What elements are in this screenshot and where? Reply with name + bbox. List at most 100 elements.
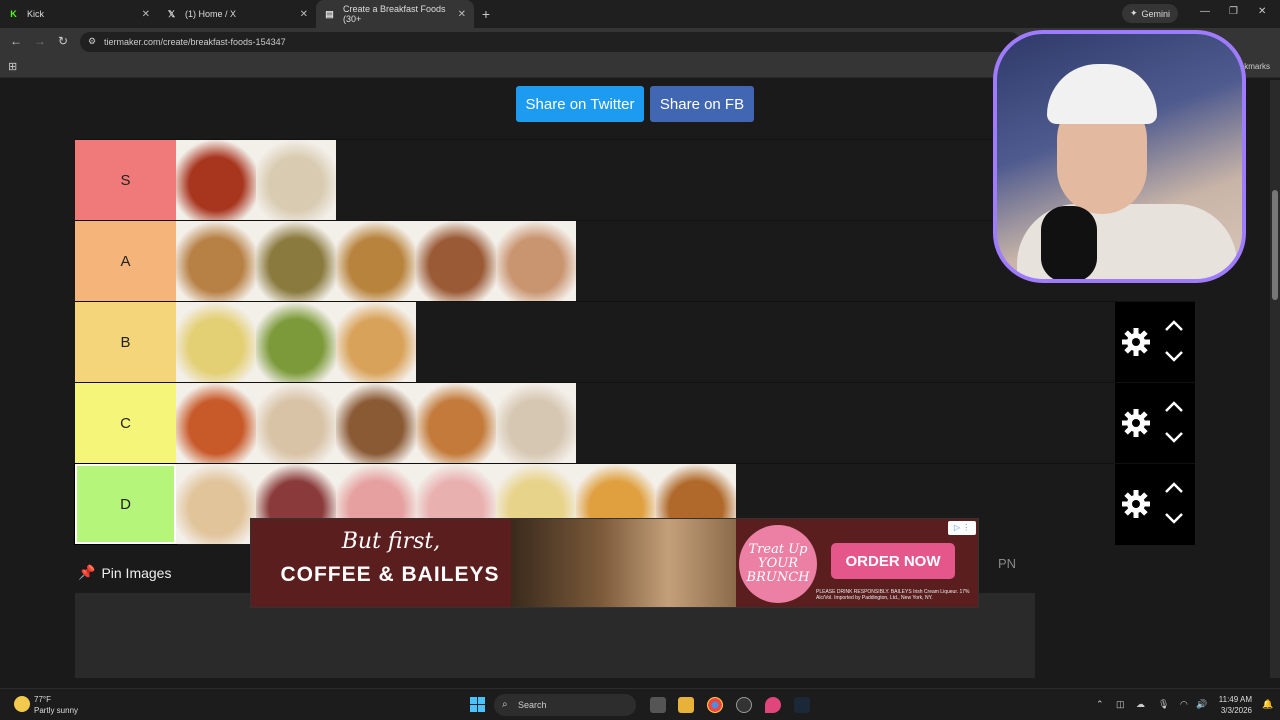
mic-icon[interactable]: 🎙 xyxy=(1158,699,1169,710)
tier-label[interactable]: B xyxy=(75,302,176,382)
tier-label[interactable]: C xyxy=(75,383,176,463)
settings-gear-icon[interactable] xyxy=(1121,489,1151,519)
reload-icon[interactable]: ↻ xyxy=(58,34,68,48)
food-item-sausage-patty[interactable] xyxy=(416,221,496,301)
taskbar-search[interactable]: ⌕ Search xyxy=(494,694,636,716)
food-item-cereal[interactable] xyxy=(176,383,256,463)
share-fb-button[interactable]: Share on FB xyxy=(650,86,754,122)
chrome-icon[interactable] xyxy=(707,697,723,713)
close-icon[interactable]: ✕ xyxy=(142,9,150,20)
search-placeholder: Search xyxy=(518,700,547,710)
food-item-buttered-toast[interactable] xyxy=(336,302,416,382)
x-icon: 𝕏 xyxy=(167,8,176,19)
food-item-omelette[interactable] xyxy=(176,302,256,382)
ad-subheadline: COFFEE & BAILEYS xyxy=(280,563,500,586)
tier-items xyxy=(176,221,576,301)
back-icon[interactable]: ← xyxy=(10,34,22,48)
steam-icon[interactable] xyxy=(794,697,810,713)
microphone xyxy=(1041,206,1097,279)
tier-row-b: B xyxy=(75,301,1195,383)
tab-title: (1) Home / X xyxy=(185,9,237,19)
close-window-icon[interactable]: ✕ xyxy=(1258,6,1266,17)
food-item-english-muffin[interactable] xyxy=(176,464,256,544)
move-up-icon[interactable] xyxy=(1163,319,1185,333)
ad-product-image xyxy=(511,519,736,607)
page-scrollbar[interactable] xyxy=(1270,80,1280,678)
move-down-icon[interactable] xyxy=(1163,511,1185,525)
food-item-muffin[interactable] xyxy=(336,383,416,463)
apps-icon[interactable]: ⊞ xyxy=(8,60,17,73)
move-up-icon[interactable] xyxy=(1163,400,1185,414)
streamer-cap xyxy=(1047,64,1157,124)
food-item-biscuits-gravy[interactable] xyxy=(256,140,336,220)
food-item-cinnamon-rolls[interactable] xyxy=(176,221,256,301)
gemini-button[interactable]: ✦ Gemini xyxy=(1122,4,1178,23)
tier-items xyxy=(176,302,416,382)
food-item-bacon[interactable] xyxy=(176,140,256,220)
move-down-icon[interactable] xyxy=(1163,349,1185,363)
wifi-icon[interactable]: ◠ xyxy=(1180,699,1188,710)
windows-start-icon[interactable] xyxy=(470,697,485,712)
address-bar[interactable]: ⚙ tiermaker.com/create/breakfast-foods-1… xyxy=(80,32,1020,52)
tier-controls xyxy=(1115,464,1195,545)
tier-items xyxy=(176,140,336,220)
pin-images-label: Pin Images xyxy=(101,564,172,581)
notification-icon[interactable]: 🔔 xyxy=(1262,699,1273,710)
close-icon[interactable]: ✕ xyxy=(300,9,308,20)
tier-items xyxy=(176,383,576,463)
food-item-oatmeal[interactable] xyxy=(496,383,576,463)
webcam-overlay xyxy=(993,30,1246,283)
volume-icon[interactable]: 🔊 xyxy=(1196,699,1207,710)
share-twitter-button[interactable]: Share on Twitter xyxy=(516,86,644,122)
tab-title: Create a Breakfast Foods (30+ xyxy=(342,4,446,24)
ad-info-icon[interactable]: ▷ ⋮ xyxy=(948,521,976,535)
food-item-bagel[interactable] xyxy=(256,383,336,463)
food-item-hash-browns-shredded[interactable] xyxy=(336,221,416,301)
task-view-icon[interactable] xyxy=(650,697,666,713)
tier-label[interactable]: S xyxy=(75,140,176,220)
kick-icon: K xyxy=(10,9,17,19)
cloud-icon[interactable]: ☁ xyxy=(1136,699,1145,710)
food-item-avocado-toast[interactable] xyxy=(256,302,336,382)
restore-icon[interactable]: ❐ xyxy=(1229,6,1238,17)
pin-icon: 📌 xyxy=(78,564,96,580)
url-text: tiermaker.com/create/breakfast-foods-154… xyxy=(104,37,286,47)
tiermaker-icon: ▤ xyxy=(325,8,334,19)
settings-gear-icon[interactable] xyxy=(1121,327,1151,357)
new-tab-button[interactable]: + xyxy=(474,6,498,22)
clock[interactable]: 11:49 AM 3/3/2026 xyxy=(1212,694,1252,716)
scroll-thumb[interactable] xyxy=(1272,190,1278,300)
settings-gear-icon[interactable] xyxy=(1121,408,1151,438)
tab-x[interactable]: 𝕏 (1) Home / X ✕ xyxy=(158,0,316,28)
file-explorer-icon[interactable] xyxy=(678,697,694,713)
tier-label[interactable]: D xyxy=(74,463,177,545)
food-item-sausage-links[interactable] xyxy=(496,221,576,301)
forward-icon[interactable]: → xyxy=(34,34,46,48)
ad-headline: But first, xyxy=(341,529,441,554)
pn-text: PN xyxy=(998,556,1017,571)
search-icon: ⌕ xyxy=(502,699,508,710)
tray-app-icon[interactable]: ◫ xyxy=(1116,699,1125,710)
tab-tiermaker[interactable]: ▤ Create a Breakfast Foods (30+ ✕ xyxy=(316,0,474,28)
gemini-label: Gemini xyxy=(1141,8,1171,19)
food-item-hash-brown-patty[interactable] xyxy=(416,383,496,463)
weather-desc: Partly sunny xyxy=(34,706,79,715)
tray-chevron-icon[interactable]: ⌃ xyxy=(1096,699,1104,710)
time: 11:49 AM xyxy=(1218,695,1252,704)
food-item-home-fries[interactable] xyxy=(256,221,336,301)
minimize-icon[interactable]: — xyxy=(1200,6,1210,17)
taskbar: 77°F Partly sunny ⌕ Search ⌃ ◫ ☁ 🎙 ◠ 🔊 1… xyxy=(0,688,1280,720)
tier-controls xyxy=(1115,302,1195,383)
tier-label[interactable]: A xyxy=(75,221,176,301)
move-down-icon[interactable] xyxy=(1163,430,1185,444)
date: 3/3/2026 xyxy=(1220,706,1252,715)
site-info-icon[interactable]: ⚙ xyxy=(88,36,96,47)
obs-icon[interactable] xyxy=(736,697,752,713)
tab-kick[interactable]: K Kick ✕ xyxy=(0,0,158,28)
pin-images-header[interactable]: 📌 Pin Images xyxy=(78,564,171,581)
advertisement[interactable]: But first, COFFEE & BAILEYS Treat Up YOU… xyxy=(250,518,979,608)
maps-pin-icon[interactable] xyxy=(765,697,781,713)
ad-order-button[interactable]: ORDER NOW xyxy=(831,543,955,579)
move-up-icon[interactable] xyxy=(1163,481,1185,495)
close-icon[interactable]: ✕ xyxy=(458,9,466,20)
